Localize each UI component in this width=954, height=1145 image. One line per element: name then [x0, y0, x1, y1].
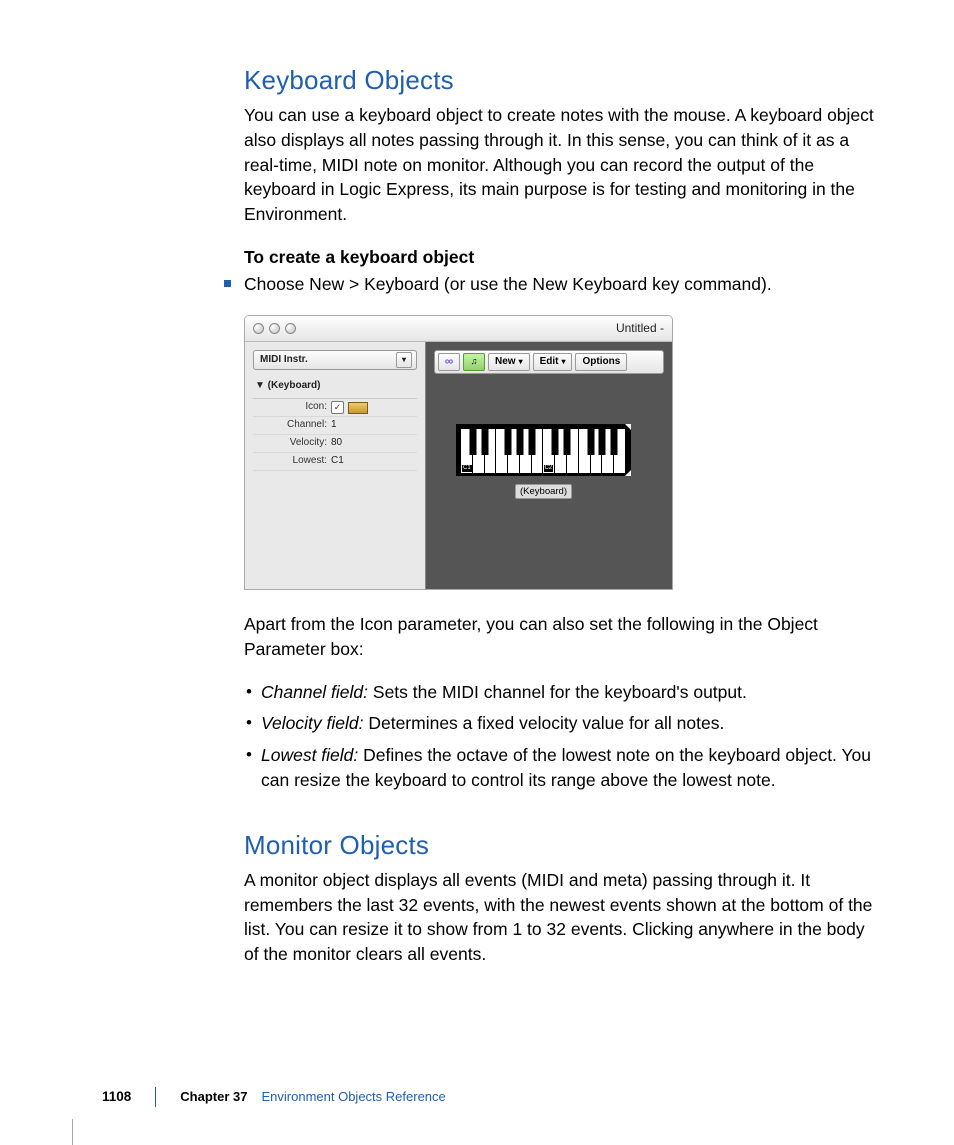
edit-label: Edit	[540, 355, 559, 369]
link-icon: ∞	[445, 353, 454, 370]
bullet-term: Lowest field:	[261, 745, 358, 765]
step-text: Choose New > Keyboard (or use the New Ke…	[244, 274, 772, 294]
chapter-label: Chapter 37	[180, 1088, 247, 1106]
zoom-icon[interactable]	[285, 323, 296, 334]
traffic-lights[interactable]	[253, 323, 296, 334]
keyboard-mini-icon[interactable]	[348, 402, 368, 414]
midi-out-icon: ♫	[471, 355, 478, 368]
environment-canvas[interactable]: ∞ ♫ New▾ Edit▾ Options	[425, 342, 672, 590]
inspector-sidebar: MIDI Instr. ▾ ▼ (Keyboard) Icon: ✓	[245, 342, 425, 590]
chapter-title: Environment Objects Reference	[262, 1088, 446, 1106]
after-figure-text: Apart from the Icon parameter, you can a…	[244, 612, 879, 662]
new-label: New	[495, 355, 516, 369]
step-line: Choose New > Keyboard (or use the New Ke…	[244, 272, 879, 297]
bullet-icon: •	[246, 743, 252, 767]
bullet-term: Velocity field:	[261, 713, 363, 733]
keyboard-object[interactable]: C1 C2 (Keyboard)	[456, 424, 631, 501]
canvas-toolbar: ∞ ♫ New▾ Edit▾ Options	[434, 350, 664, 374]
param-row-lowest: Lowest: C1	[253, 453, 417, 471]
object-header[interactable]: ▼ (Keyboard)	[253, 376, 417, 396]
edit-menu[interactable]: Edit▾	[533, 353, 573, 371]
param-value-channel[interactable]: 1	[331, 418, 417, 432]
midi-out-button[interactable]: ♫	[463, 353, 485, 371]
param-value-icon[interactable]: ✓	[331, 401, 417, 414]
bullet-item-velocity: • Velocity field: Determines a fixed vel…	[244, 711, 879, 736]
minimize-icon[interactable]	[269, 323, 280, 334]
bullet-icon: •	[246, 711, 252, 735]
section-heading-keyboard: Keyboard Objects	[244, 62, 879, 99]
param-row-icon: Icon: ✓	[253, 399, 417, 417]
page-number: 1108	[102, 1087, 131, 1106]
param-value-velocity[interactable]: 80	[331, 436, 417, 450]
bullet-icon: •	[246, 680, 252, 704]
window-body: MIDI Instr. ▾ ▼ (Keyboard) Icon: ✓	[245, 342, 672, 590]
bullet-item-channel: • Channel field: Sets the MIDI channel f…	[244, 680, 879, 705]
section-heading-monitor: Monitor Objects	[244, 827, 879, 864]
monitor-body: A monitor object displays all events (MI…	[244, 868, 879, 967]
screenshot-figure: Untitled - MIDI Instr. ▾ ▼ (Keyboard) Ic…	[244, 315, 673, 590]
icon-checkbox[interactable]: ✓	[331, 401, 344, 414]
task-title: To create a keyboard object	[244, 245, 879, 270]
keyboard-frame[interactable]: C1 C2	[456, 424, 631, 476]
param-label-channel: Channel:	[253, 418, 331, 432]
options-label: Options	[582, 355, 620, 369]
keyboard-caption[interactable]: (Keyboard)	[515, 484, 572, 499]
close-icon[interactable]	[253, 323, 264, 334]
octave-label-c1: C1	[462, 465, 472, 472]
dropdown-icon[interactable]: ▾	[396, 352, 412, 368]
options-menu[interactable]: Options	[575, 353, 627, 371]
keyboard-intro: You can use a keyboard object to create …	[244, 103, 879, 227]
midi-instrument-selector[interactable]: MIDI Instr. ▾	[253, 350, 417, 370]
octave-label-c2: C2	[544, 465, 554, 472]
page-footer: 1108 Chapter 37 Environment Objects Refe…	[102, 1087, 446, 1107]
new-menu[interactable]: New▾	[488, 353, 530, 371]
margin-rule-icon	[72, 1119, 73, 1145]
param-row-velocity: Velocity: 80	[253, 435, 417, 453]
parameter-box: Icon: ✓ Channel: 1 Velocity:	[253, 398, 417, 471]
bullet-desc: Determines a fixed velocity value for al…	[363, 713, 724, 733]
window-titlebar: Untitled -	[245, 316, 672, 342]
param-label-velocity: Velocity:	[253, 436, 331, 450]
step-bullet-icon	[224, 280, 231, 287]
bullet-term: Channel field:	[261, 682, 368, 702]
param-row-channel: Channel: 1	[253, 417, 417, 435]
midi-instr-label: MIDI Instr.	[260, 353, 308, 367]
resize-handle-icon[interactable]	[625, 424, 631, 430]
window-title: Untitled -	[616, 320, 664, 337]
page-content: Keyboard Objects You can use a keyboard …	[244, 62, 879, 985]
resize-handle-icon[interactable]	[625, 470, 631, 476]
keyboard-keys[interactable]: C1 C2	[461, 429, 626, 473]
footer-separator-icon	[155, 1087, 156, 1107]
app-window: Untitled - MIDI Instr. ▾ ▼ (Keyboard) Ic…	[244, 315, 673, 590]
link-button[interactable]: ∞	[438, 353, 460, 371]
chevron-down-icon: ▾	[561, 356, 565, 367]
parameter-bullet-list: • Channel field: Sets the MIDI channel f…	[244, 680, 879, 793]
bullet-desc: Sets the MIDI channel for the keyboard's…	[368, 682, 747, 702]
param-value-lowest[interactable]: C1	[331, 454, 417, 468]
param-label-icon: Icon:	[253, 400, 331, 414]
chevron-down-icon: ▾	[519, 356, 523, 367]
bullet-item-lowest: • Lowest field: Defines the octave of th…	[244, 743, 879, 793]
param-label-lowest: Lowest:	[253, 454, 331, 468]
